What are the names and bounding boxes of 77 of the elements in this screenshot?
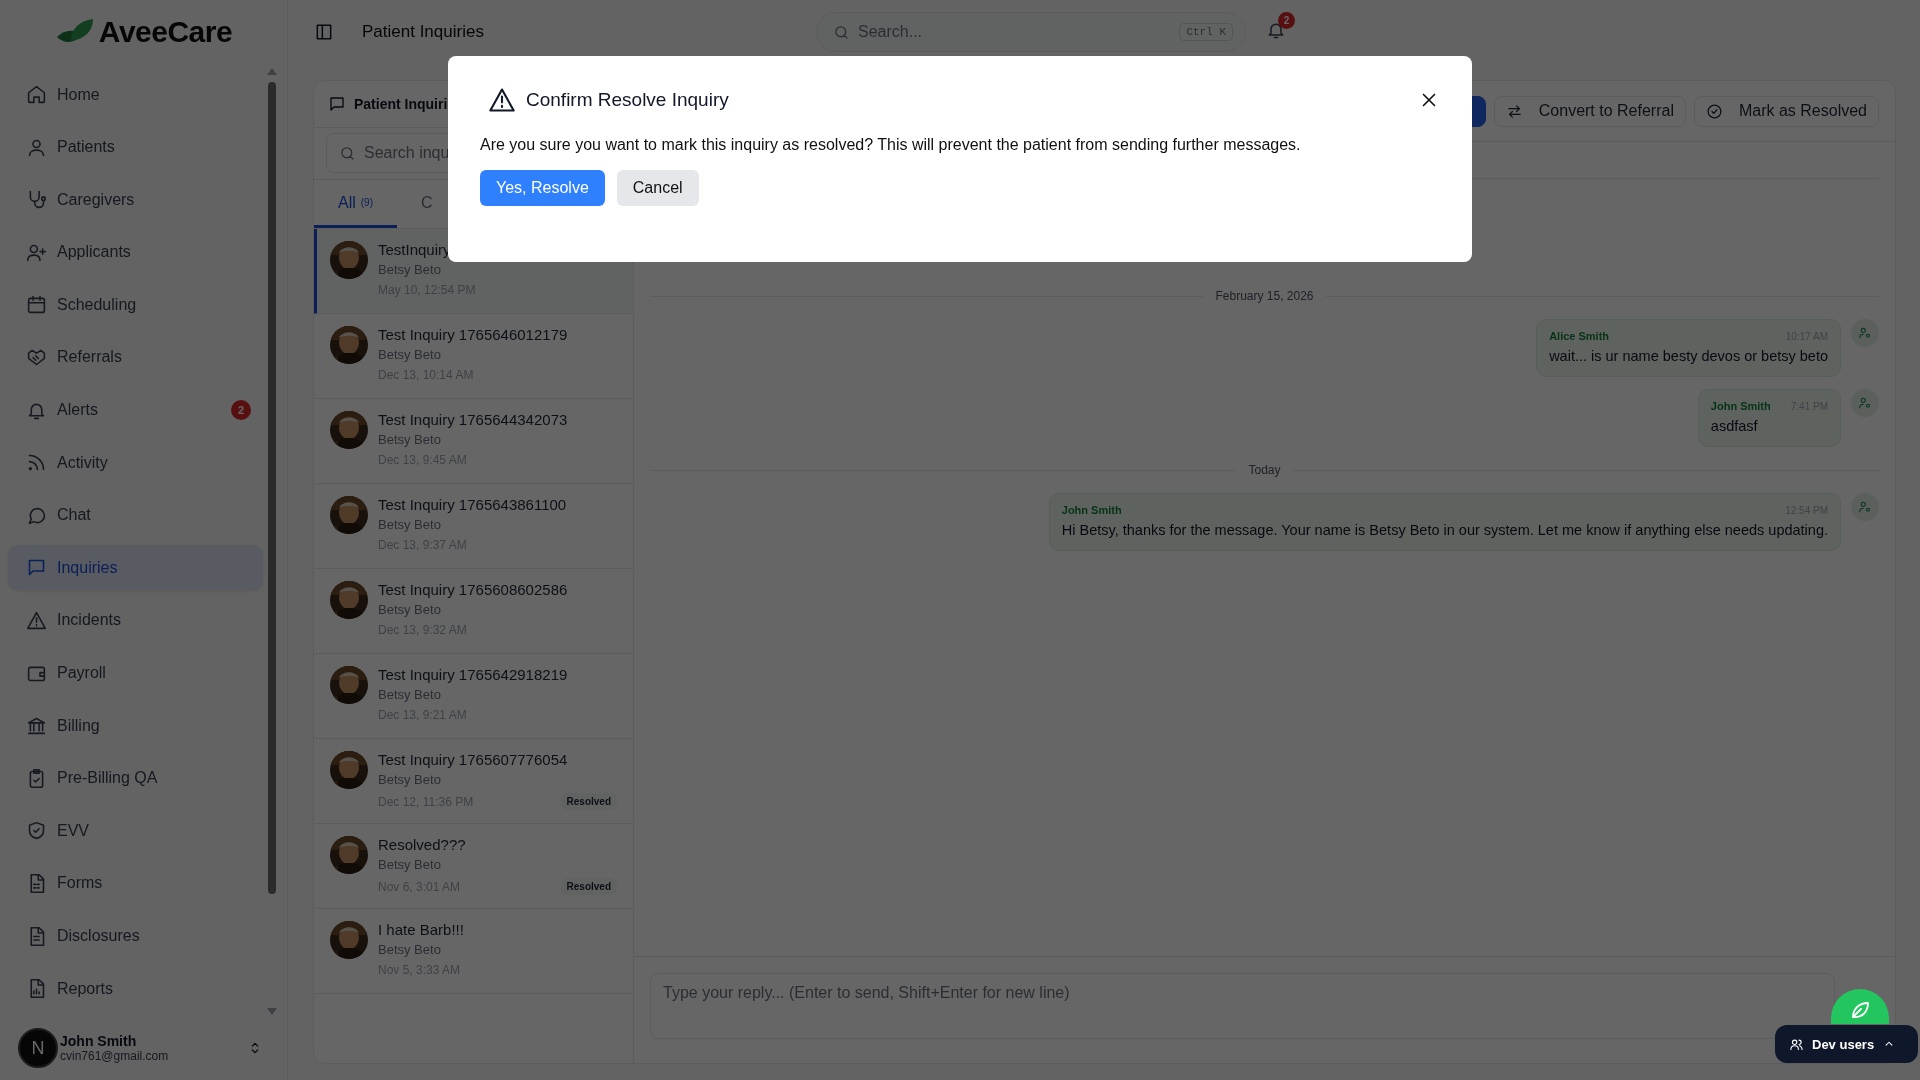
sidebar-item[interactable]: Pre-Billing QA	[8, 755, 263, 801]
message-icon	[328, 95, 346, 113]
patient-name: Betsy Beto	[378, 687, 442, 702]
user-gear-icon	[1858, 500, 1872, 514]
sidebar-item[interactable]: EVV	[8, 808, 263, 854]
sidebar-item[interactable]: Home	[8, 72, 263, 117]
sidebar-item[interactable]: Scheduling	[8, 282, 263, 328]
patient-name: Betsy Beto	[378, 772, 442, 787]
inquiry-title: Test Inquiry 1765646012179	[378, 326, 569, 343]
inquiry-title: Test Inquiry 1765608602586	[378, 581, 569, 598]
sidebar-item[interactable]: Alerts 2	[8, 387, 263, 433]
sidebar-item[interactable]: Applicants	[8, 229, 263, 275]
confirm-button[interactable]: Yes, Resolve	[480, 170, 605, 206]
user-email: cvin761@gmail.com	[60, 1049, 170, 1063]
warning-icon	[26, 609, 47, 631]
scrollbar[interactable]	[264, 66, 280, 1016]
inquiry-title: TestInquiry	[378, 241, 452, 258]
sidebar-item[interactable]: Inquiries	[8, 545, 263, 591]
shield-check-icon	[26, 820, 47, 842]
sidebar-item[interactable]: Activity	[8, 440, 263, 486]
page-title: Patient Inquiries	[362, 22, 484, 42]
patient-name: Betsy Beto	[378, 942, 442, 957]
brand-name: AveeCare	[98, 15, 233, 49]
bank-icon	[26, 715, 47, 737]
search-icon	[339, 144, 356, 162]
sidebar-item[interactable]: Referrals	[8, 334, 263, 380]
sidebar-toggle-icon	[314, 22, 334, 42]
user-gear-icon	[1858, 326, 1872, 340]
message-text: asdfasf	[1710, 418, 1759, 434]
patient-name: Betsy Beto	[378, 432, 442, 447]
sidebar-item[interactable]: Payroll	[8, 650, 263, 696]
date-divider: February 15, 2026	[1215, 289, 1314, 303]
sidebar-item[interactable]: Billing	[8, 703, 263, 749]
swap-arrows-icon	[1505, 102, 1523, 120]
warning-icon	[488, 86, 516, 114]
sidebar-item[interactable]: Incidents	[8, 597, 263, 643]
sidebar-item[interactable]: Patients	[8, 124, 263, 170]
calendar-icon	[26, 294, 47, 316]
sidebar-item[interactable]: Chat	[8, 492, 263, 538]
message-text: Hi Betsy, thanks for the message. Your name is Betsy Beto in our system. Let me know if anything else needs updating.	[1061, 522, 1828, 538]
user-name: John Smith	[60, 1033, 138, 1049]
sender-name: John Smith	[1061, 504, 1122, 516]
user-avatar: N	[18, 1028, 58, 1068]
status-badge: Resolved	[560, 793, 617, 810]
patient-name: Betsy Beto	[378, 857, 442, 872]
inquiry-title: Resolved???	[378, 836, 467, 853]
date-divider: Today	[1248, 463, 1281, 477]
inquiry-title: Test Inquiry 1765643861100	[378, 496, 568, 513]
message-text: wait... is ur name besty devos or betsy beto	[1549, 348, 1828, 364]
count-badge: 2	[231, 400, 251, 421]
panel-title: Patient Inquiri	[354, 96, 448, 112]
inquiry-title: Test Inquiry 1765642918219	[378, 666, 569, 683]
sidebar-item[interactable]: Forms	[8, 860, 263, 906]
sidebar-item[interactable]: Reports	[8, 966, 263, 1012]
action-button[interactable]: Mark as Resolved	[1693, 95, 1879, 127]
status-badge: Resolved	[560, 878, 617, 895]
home-icon	[26, 84, 47, 105]
user-gear-icon	[1858, 396, 1872, 410]
notification-badge: 2	[1278, 12, 1295, 29]
dev-users-button[interactable]: Dev users	[1775, 1025, 1918, 1063]
inquiry-title: Test Inquiry 1765607776054	[378, 751, 569, 768]
sidebar-item[interactable]: Disclosures	[8, 913, 263, 959]
dialog-title: Confirm Resolve Inquiry	[526, 89, 730, 111]
search-icon	[833, 23, 850, 41]
cancel-button[interactable]: Cancel	[616, 170, 699, 206]
action-button[interactable]: Convert to Referral	[1493, 95, 1686, 127]
inquiry-title: I hate Barb!!!	[378, 921, 465, 938]
sender-name: Alice Smith	[1549, 330, 1610, 342]
sidebar-item[interactable]: Caregivers	[8, 177, 263, 223]
patient-name: Betsy Beto	[378, 602, 442, 617]
users-icon	[1789, 1036, 1804, 1052]
reply-field[interactable]: Type your reply... (Enter to send, Shift+Enter for new line)	[650, 973, 1835, 1039]
dialog-message: Are you sure you want to mark this inquiry as resolved? This will prevent the patient from sending further messages.	[480, 136, 1302, 154]
patient-name: Betsy Beto	[378, 517, 442, 532]
inquiry-title: Test Inquiry 1765644342073	[378, 411, 569, 428]
sender-name: John Smith	[1710, 400, 1771, 412]
patient-name: Betsy Beto	[378, 347, 442, 362]
